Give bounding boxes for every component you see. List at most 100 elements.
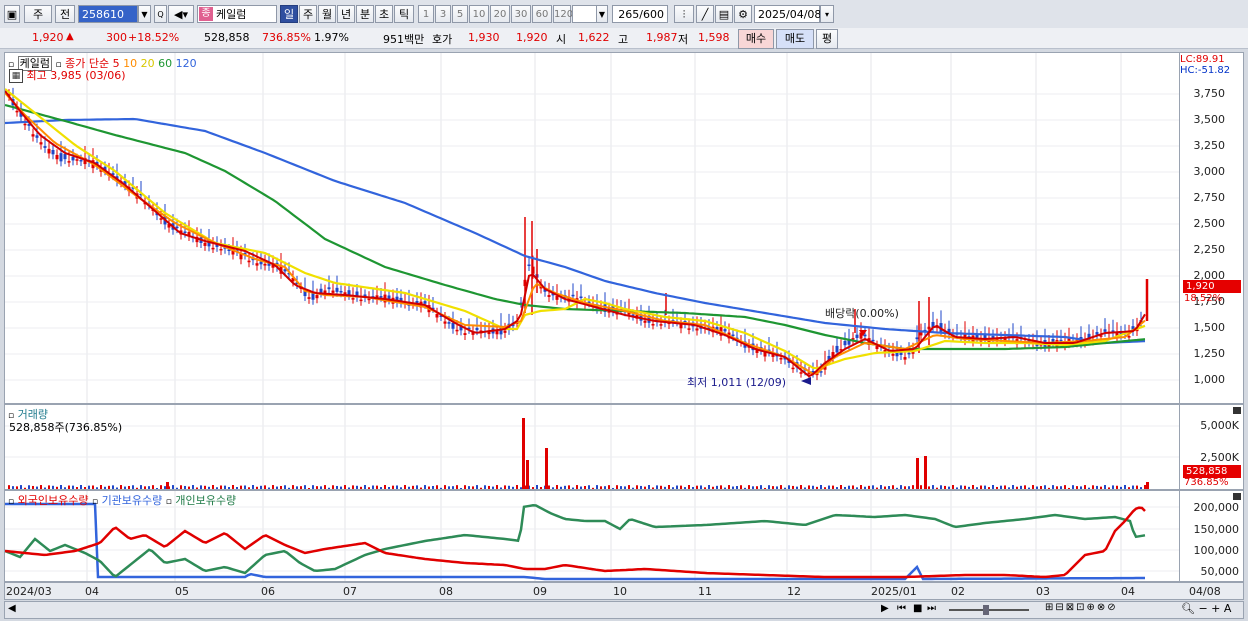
candle-body: [863, 334, 867, 337]
candle-body: [263, 263, 267, 266]
legend-marker-icon: ▫: [8, 497, 15, 507]
zoom-slider[interactable]: [949, 609, 1029, 611]
candle-body: [435, 313, 439, 318]
search-icon[interactable]: Q: [154, 5, 167, 23]
market-select[interactable]: 주: [24, 5, 52, 23]
candle-body: [331, 290, 335, 293]
volume: 528,858: [204, 31, 250, 44]
interval-5[interactable]: 5: [452, 5, 468, 23]
candle-body: [67, 161, 71, 163]
tool-icons[interactable]: ⊞⊟⊠⊡⊕⊗⊘: [1045, 602, 1118, 613]
price-chart[interactable]: [5, 53, 1180, 404]
speaker-icon[interactable]: ◀▾: [168, 5, 194, 23]
window-menu-icon[interactable]: ▣: [4, 5, 20, 23]
candle-body: [451, 322, 455, 329]
price-tick: 2,750: [1193, 191, 1226, 204]
candle-body: [259, 261, 263, 265]
zoom-icons[interactable]: 🔍︎ − + A: [1181, 602, 1231, 615]
period-second[interactable]: 초: [375, 5, 393, 23]
zoom-slider-handle[interactable]: [983, 605, 989, 615]
candle-body: [423, 301, 427, 304]
candle-body: [855, 334, 859, 338]
candle-body: [339, 290, 343, 293]
holdings-tick: 200,000: [1193, 501, 1240, 514]
interval-10[interactable]: 10: [469, 5, 489, 23]
stop-icon[interactable]: ■: [913, 603, 922, 614]
stock-code-input[interactable]: 258610: [78, 5, 138, 23]
play-icon[interactable]: ⏭: [927, 603, 936, 614]
candle-body: [203, 242, 207, 246]
save-icon[interactable]: ▤: [715, 5, 733, 23]
buy-button[interactable]: 매수: [738, 29, 774, 49]
x-tick: 10: [613, 585, 627, 598]
all-button[interactable]: 전: [55, 5, 75, 23]
x-tick: 04: [1121, 585, 1135, 598]
candle-body: [779, 358, 783, 360]
candle-body: [527, 264, 531, 267]
scroll-bar[interactable]: ◀ ▶ ⏮ ■ ⏭ ⊞⊟⊠⊡⊕⊗⊘ 🔍︎ − + A: [4, 601, 1244, 619]
volume-value: 528,858주(736.85%): [9, 421, 123, 434]
volume-spike: [924, 456, 927, 489]
candle-body: [43, 146, 47, 148]
price-tick: 1,250: [1193, 347, 1226, 360]
x-tick: 05: [175, 585, 189, 598]
candle-body: [659, 324, 663, 326]
period-week[interactable]: 주: [299, 5, 317, 23]
price-tick: 1,000: [1193, 373, 1226, 386]
candle-body: [571, 294, 575, 297]
date-field[interactable]: 2025/04/08: [754, 5, 821, 23]
code-dropdown-icon[interactable]: ▼: [138, 5, 151, 23]
candle-body: [643, 320, 647, 323]
scroll-left-icon[interactable]: ◀: [8, 603, 16, 614]
ma-20-label: 20: [140, 57, 155, 70]
stock-type-badge: 종: [199, 7, 213, 21]
draw-tool-icon[interactable]: ╱: [696, 5, 714, 23]
stock-name-field[interactable]: 종 케일럼: [197, 5, 277, 23]
period-minute[interactable]: 분: [356, 5, 374, 23]
ma-120-label: 120: [175, 57, 197, 70]
volume-spike: [1146, 482, 1149, 489]
panel-close-icon[interactable]: [1233, 493, 1241, 500]
date-picker-icon[interactable]: ▾: [820, 5, 834, 23]
last-price-pct: 18.52%: [1184, 293, 1223, 304]
interval-3[interactable]: 3: [435, 5, 451, 23]
chart-type-icon[interactable]: ⫶: [674, 5, 694, 23]
holdings-chart-panel[interactable]: ▫ 외국인보유수량 ▫ 기관보유수량 ▫ 개인보유수량: [4, 490, 1180, 582]
period-year[interactable]: 년: [337, 5, 355, 23]
period-month[interactable]: 월: [318, 5, 336, 23]
price-chart-panel[interactable]: ▫ 케일럼 ▫ 종가 단순 5 10 20 60 120 ▦ 최고 3,985 …: [4, 52, 1180, 404]
volume-chart[interactable]: [5, 405, 1180, 490]
candle-body: [183, 231, 187, 234]
candle-body: [319, 288, 323, 293]
interval-30[interactable]: 30: [511, 5, 531, 23]
gear-icon[interactable]: ⚙: [734, 5, 752, 23]
data-count: 265: [618, 8, 640, 21]
grid-icon[interactable]: ▦: [9, 69, 23, 83]
candle-body: [503, 330, 507, 333]
volume-spike: [916, 458, 919, 489]
stock-name: 케일럼: [216, 8, 247, 21]
data-count-field[interactable]: 265/600: [612, 5, 668, 23]
candle-body: [475, 327, 479, 331]
interval-dropdown-icon[interactable]: ▼: [596, 5, 608, 23]
rewind-icon[interactable]: ⏮: [897, 603, 906, 614]
candle-body: [1059, 339, 1063, 342]
candle-body: [347, 290, 351, 295]
candle-body: [367, 298, 371, 301]
period-tick[interactable]: 틱: [394, 5, 414, 23]
panel-close-icon[interactable]: [1233, 407, 1241, 414]
interval-60[interactable]: 60: [532, 5, 552, 23]
scroll-right-icon[interactable]: ▶: [881, 603, 889, 614]
interval-20[interactable]: 20: [490, 5, 510, 23]
candle-body: [39, 142, 43, 145]
interval-120[interactable]: 120: [553, 5, 573, 23]
holdings-tick: 100,000: [1193, 544, 1240, 557]
sell-button[interactable]: 매도: [776, 29, 814, 49]
period-day[interactable]: 일: [280, 5, 298, 23]
x-tick: 12: [787, 585, 801, 598]
interval-1[interactable]: 1: [418, 5, 434, 23]
price-tick: 3,500: [1193, 113, 1226, 126]
evaluate-button[interactable]: 평: [816, 29, 838, 49]
volume-chart-panel[interactable]: ▫ 거래량 528,858주(736.85%): [4, 404, 1180, 490]
high-annotation: ▦ 최고 3,985 (03/06): [9, 67, 126, 83]
